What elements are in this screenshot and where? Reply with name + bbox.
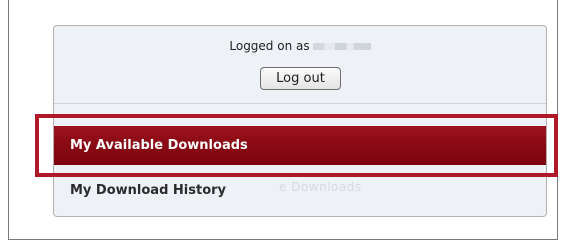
- logout-button[interactable]: Log out: [260, 67, 341, 90]
- logged-on-label: Logged on as: [229, 39, 310, 53]
- nav-my-download-history[interactable]: My Download History: [54, 177, 546, 203]
- logged-on-line: Logged on as: [54, 39, 546, 53]
- nav-my-available-downloads-label: My Available Downloads: [70, 138, 248, 153]
- panel-divider: [54, 103, 546, 104]
- username-redacted: [312, 43, 371, 50]
- nav-my-available-downloads[interactable]: My Available Downloads: [54, 126, 546, 165]
- nav-my-download-history-label: My Download History: [70, 182, 227, 198]
- account-panel: Logged on as Log out My Available Downlo…: [53, 25, 547, 217]
